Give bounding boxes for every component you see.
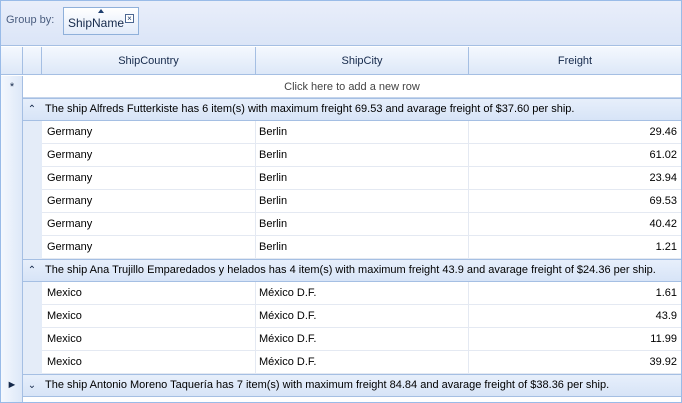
cell-shipcountry[interactable]: Germany — [42, 236, 256, 259]
header-group-indent — [23, 47, 42, 75]
table-row[interactable]: Mexico México D.F. 11.99 — [23, 328, 681, 351]
row-indicator — [1, 213, 23, 236]
column-header-row: ShipCountry ShipCity Freight — [1, 47, 681, 75]
table-row[interactable]: Germany Berlin 23.94 — [23, 167, 681, 190]
group-by-label: Group by: — [6, 14, 55, 26]
table-row[interactable]: Mexico México D.F. 1.61 — [23, 282, 681, 305]
group-summary-text: The ship Alfreds Futterkiste has 6 item(… — [45, 103, 575, 115]
cell-freight[interactable]: 40.42 — [469, 213, 680, 236]
group-indent — [23, 144, 42, 167]
table-row[interactable]: Germany Berlin 69.53 — [23, 190, 681, 213]
header-indicator-cell — [1, 47, 23, 75]
group-chip-label: ShipName — [68, 16, 125, 30]
group-chip-shipname[interactable]: ShipName × — [63, 7, 139, 35]
cell-freight[interactable]: 23.94 — [469, 167, 680, 190]
cell-shipcity[interactable]: Berlin — [256, 167, 469, 190]
group-indent — [23, 121, 42, 144]
group-summary-text: The ship Ana Trujillo Emparedados y hela… — [45, 264, 656, 276]
expand-chevron-icon[interactable]: ⌄ — [23, 375, 41, 396]
table-row[interactable]: Mexico México D.F. 39.92 — [23, 351, 681, 374]
cell-shipcountry[interactable]: Mexico — [42, 305, 256, 328]
row-indicator — [1, 328, 23, 351]
group-indent — [23, 328, 42, 351]
sort-ascending-icon — [98, 9, 104, 13]
cell-freight[interactable]: 11.99 — [469, 328, 680, 351]
new-row-indicator: * — [1, 76, 23, 98]
table-row[interactable]: Germany Berlin 40.42 — [23, 213, 681, 236]
data-grid: Group by: ShipName × ShipCountry ShipCit… — [0, 0, 682, 403]
asterisk-icon: * — [9, 81, 15, 93]
add-new-row-text[interactable]: Click here to add a new row — [23, 76, 681, 98]
row-indicator — [1, 259, 23, 282]
group-header-row[interactable]: ⌃ The ship Alfreds Futterkiste has 6 item… — [23, 98, 681, 121]
cell-shipcountry[interactable]: Germany — [42, 167, 256, 190]
cell-freight[interactable]: 39.92 — [469, 351, 680, 374]
table-row[interactable]: Germany Berlin 1.21 — [23, 236, 681, 259]
table-row[interactable]: Mexico México D.F. 43.9 — [23, 305, 681, 328]
cell-shipcity[interactable]: Berlin — [256, 121, 469, 144]
table-row[interactable]: Germany Berlin 29.46 — [23, 121, 681, 144]
group-summary-text: The ship Antonio Moreno Taquería has 7 i… — [45, 379, 610, 391]
group-indent — [23, 236, 42, 259]
add-new-row[interactable]: * Click here to add a new row — [1, 76, 681, 98]
row-indicator — [1, 236, 23, 259]
cell-shipcity[interactable]: Berlin — [256, 190, 469, 213]
group-indent — [23, 305, 42, 328]
group-header-row[interactable]: ⌃ The ship Ana Trujillo Emparedados y hel… — [23, 259, 681, 282]
row-indicator — [1, 190, 23, 213]
collapse-chevron-icon[interactable]: ⌃ — [23, 260, 41, 281]
cell-shipcity[interactable]: Berlin — [256, 236, 469, 259]
cell-shipcountry[interactable]: Mexico — [42, 328, 256, 351]
cell-shipcity[interactable]: Berlin — [256, 144, 469, 167]
group-indent — [23, 167, 42, 190]
column-header-freight[interactable]: Freight — [469, 47, 681, 75]
group-by-panel: Group by: ShipName × — [1, 1, 681, 46]
row-indicator — [1, 351, 23, 374]
close-icon[interactable]: × — [125, 14, 134, 23]
column-header-shipcity[interactable]: ShipCity — [256, 47, 469, 75]
cell-shipcountry[interactable]: Germany — [42, 190, 256, 213]
row-indicator — [1, 121, 23, 144]
cell-shipcity[interactable]: México D.F. — [256, 328, 469, 351]
row-indicator — [1, 305, 23, 328]
cell-shipcountry[interactable]: Germany — [42, 121, 256, 144]
table-row[interactable]: Germany Berlin 61.02 — [23, 144, 681, 167]
group-header-row[interactable]: ⌄ The ship Antonio Moreno Taquería has 7 … — [23, 374, 681, 397]
group-indent — [23, 351, 42, 374]
row-indicator-filler — [1, 397, 23, 402]
cell-freight[interactable]: 43.9 — [469, 305, 680, 328]
row-indicator — [1, 98, 23, 121]
row-indicator — [1, 167, 23, 190]
cell-freight[interactable]: 61.02 — [469, 144, 680, 167]
cell-shipcity[interactable]: Berlin — [256, 213, 469, 236]
collapse-chevron-icon[interactable]: ⌃ — [23, 99, 41, 120]
cell-shipcountry[interactable]: Mexico — [42, 282, 256, 305]
row-indicator — [1, 282, 23, 305]
cell-shipcountry[interactable]: Mexico — [42, 351, 256, 374]
group-indent — [23, 190, 42, 213]
cell-shipcountry[interactable]: Germany — [42, 213, 256, 236]
cell-freight[interactable]: 29.46 — [469, 121, 680, 144]
row-indicator — [1, 144, 23, 167]
row-indicator: ► — [1, 374, 23, 397]
group-indent — [23, 282, 42, 305]
group-indent — [23, 213, 42, 236]
cell-shipcity[interactable]: México D.F. — [256, 351, 469, 374]
cell-shipcountry[interactable]: Germany — [42, 144, 256, 167]
current-row-arrow-icon: ► — [6, 379, 18, 391]
cell-shipcity[interactable]: México D.F. — [256, 305, 469, 328]
cell-freight[interactable]: 69.53 — [469, 190, 680, 213]
cell-shipcity[interactable]: México D.F. — [256, 282, 469, 305]
column-header-shipcountry[interactable]: ShipCountry — [42, 47, 256, 75]
cell-freight[interactable]: 1.61 — [469, 282, 680, 305]
cell-freight[interactable]: 1.21 — [469, 236, 680, 259]
